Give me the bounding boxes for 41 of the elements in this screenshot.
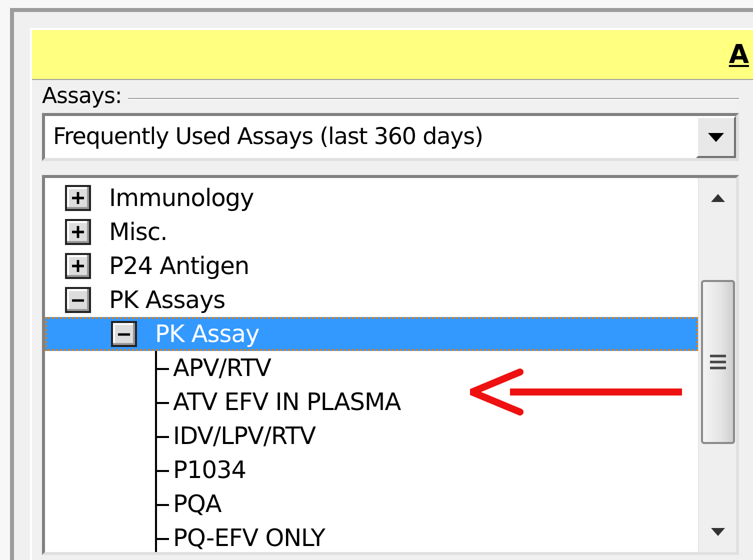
group-label: Assays: xyxy=(42,84,122,109)
expand-button[interactable] xyxy=(65,185,91,211)
tree-item-label: ATV EFV IN PLASMA xyxy=(173,388,401,416)
dropdown-button[interactable] xyxy=(696,116,736,158)
tree-item[interactable]: P1034 xyxy=(45,453,698,487)
collapse-button[interactable] xyxy=(65,287,91,313)
minus-icon xyxy=(71,298,85,302)
tree-item[interactable]: PK Assays xyxy=(45,283,698,317)
tree-item-label: APV/RTV xyxy=(173,354,271,382)
tree-item-label: P1034 xyxy=(173,456,246,484)
tree-item[interactable]: IDV/LPV/RTV xyxy=(45,419,698,453)
tree-item-label: Misc. xyxy=(109,218,168,246)
tree-item[interactable]: ATV EFV IN PLASMA xyxy=(45,385,698,419)
caret-icon xyxy=(708,132,724,142)
expand-button[interactable] xyxy=(65,219,91,245)
tree-item[interactable]: Misc. xyxy=(45,215,698,249)
tree-item[interactable]: PQ-EFV ONLY xyxy=(45,521,698,552)
tree-item-label: PK Assay xyxy=(155,320,260,348)
plus-icon xyxy=(70,258,86,274)
tree-item-label: IDV/LPV/RTV xyxy=(173,422,316,450)
tree-item[interactable]: P24 Antigen xyxy=(45,249,698,283)
minus-icon xyxy=(117,332,131,336)
plus-icon xyxy=(70,190,86,206)
down-arrow-icon xyxy=(710,528,724,536)
tree-item[interactable]: Immunology xyxy=(45,181,698,215)
tree-item-label: PQA xyxy=(173,490,222,518)
header-title: A xyxy=(728,40,749,70)
scroll-thumb[interactable] xyxy=(700,280,734,444)
grip-icon xyxy=(708,353,726,371)
up-arrow-icon xyxy=(710,194,724,202)
tree-item-label: P24 Antigen xyxy=(109,252,250,280)
tree-item[interactable]: PQA xyxy=(45,487,698,521)
expand-button[interactable] xyxy=(65,253,91,279)
tree-item-label: Immunology xyxy=(109,184,254,212)
tree-item[interactable]: APV/RTV xyxy=(45,351,698,385)
assays-dropdown[interactable]: Frequently Used Assays (last 360 days) xyxy=(42,113,739,161)
tree-item-label: PQ-EFV ONLY xyxy=(173,524,325,552)
tree-item-label: PK Assays xyxy=(109,286,226,314)
vertical-scrollbar[interactable] xyxy=(698,178,736,552)
plus-icon xyxy=(70,224,86,240)
collapse-button[interactable] xyxy=(111,321,137,347)
